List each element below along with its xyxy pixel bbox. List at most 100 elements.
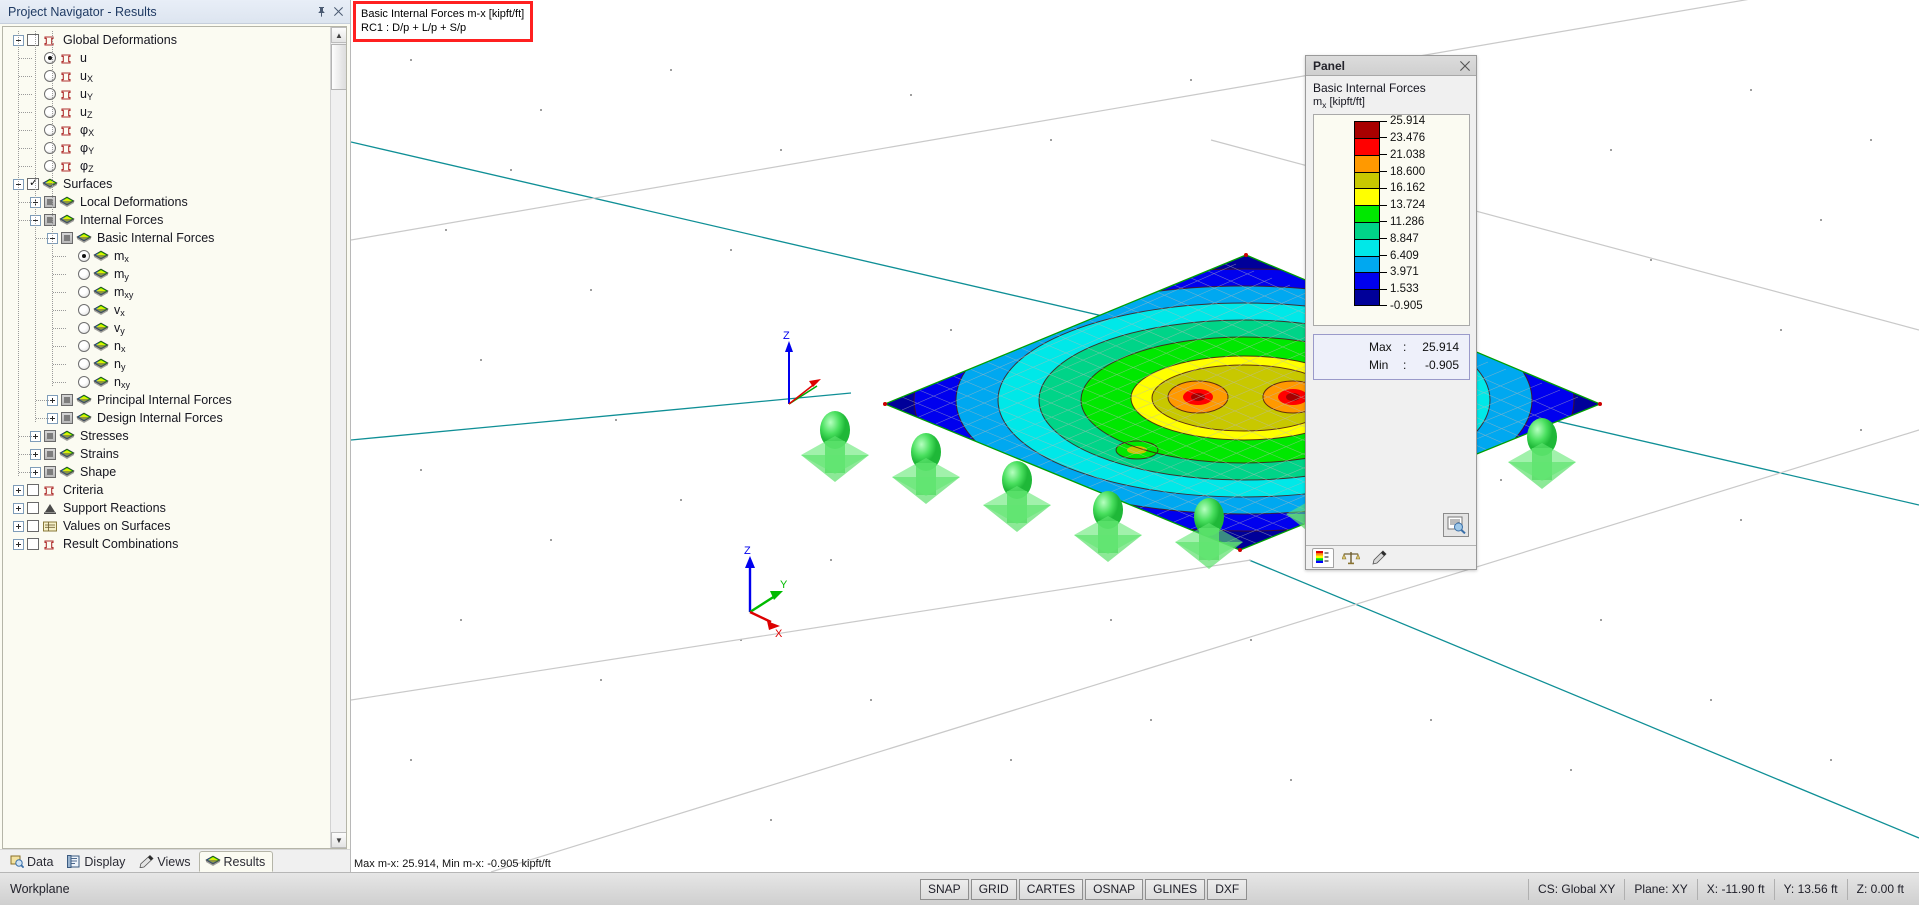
radio-selected[interactable] bbox=[44, 52, 56, 64]
status-toggle-dxf[interactable]: DXF bbox=[1207, 878, 1248, 900]
checkbox-checked[interactable] bbox=[27, 176, 39, 190]
collapse-icon[interactable] bbox=[13, 34, 24, 46]
navigator-tab-views[interactable]: Views bbox=[133, 851, 198, 872]
panel-tab-scales[interactable] bbox=[1340, 548, 1362, 568]
tree-item-v[interactable]: vy bbox=[3, 319, 330, 337]
checkbox-partial[interactable] bbox=[61, 412, 73, 424]
support-icon-icon bbox=[42, 502, 58, 515]
legend-zoom-icon[interactable] bbox=[1443, 513, 1469, 537]
radio-button[interactable] bbox=[78, 358, 90, 370]
expand-icon[interactable] bbox=[30, 430, 41, 442]
tree-item-u[interactable]: uZ bbox=[3, 103, 330, 121]
expand-icon[interactable] bbox=[30, 196, 41, 208]
tree-item-u[interactable]: uY bbox=[3, 85, 330, 103]
tree-item-global-deformations[interactable]: Global Deformations bbox=[3, 31, 330, 49]
tree-item-[interactable]: φZ bbox=[3, 157, 330, 175]
expand-icon[interactable] bbox=[30, 466, 41, 478]
scroll-up-arrow[interactable]: ▲ bbox=[331, 27, 346, 43]
tree-item-principal-internal-forces[interactable]: Principal Internal Forces bbox=[3, 391, 330, 409]
pin-icon[interactable] bbox=[313, 4, 329, 20]
radio-button[interactable] bbox=[78, 268, 90, 280]
close-icon[interactable] bbox=[330, 4, 346, 20]
radio-button[interactable] bbox=[44, 70, 56, 82]
checkbox-empty[interactable] bbox=[27, 502, 39, 514]
tree-item-design-internal-forces[interactable]: Design Internal Forces bbox=[3, 409, 330, 427]
expand-icon[interactable] bbox=[13, 520, 24, 532]
tree-item-criteria[interactable]: Criteria bbox=[3, 481, 330, 499]
checkbox-partial[interactable] bbox=[61, 394, 73, 406]
tree-item-basic-internal-forces[interactable]: Basic Internal Forces bbox=[3, 229, 330, 247]
navigator-tab-data[interactable]: Data bbox=[4, 851, 61, 872]
tree-item-u[interactable]: uX bbox=[3, 67, 330, 85]
radio-button[interactable] bbox=[44, 160, 56, 172]
status-toggle-cartes[interactable]: CARTES bbox=[1018, 878, 1084, 900]
radio-button[interactable] bbox=[44, 88, 56, 100]
expand-icon[interactable] bbox=[13, 484, 24, 496]
expand-icon[interactable] bbox=[13, 502, 24, 514]
tree-item-internal-forces[interactable]: Internal Forces bbox=[3, 211, 330, 229]
radio-button[interactable] bbox=[78, 340, 90, 352]
expand-icon[interactable] bbox=[47, 394, 58, 406]
tree-item-local-deformations[interactable]: Local Deformations bbox=[3, 193, 330, 211]
checkbox-empty[interactable] bbox=[27, 34, 39, 46]
status-toggle-osnap[interactable]: OSNAP bbox=[1085, 878, 1144, 900]
tree-item-m[interactable]: my bbox=[3, 265, 330, 283]
tree-item-n[interactable]: nxy bbox=[3, 373, 330, 391]
scroll-down-arrow[interactable]: ▼ bbox=[331, 832, 346, 848]
tree-item-m[interactable]: mx bbox=[3, 247, 330, 265]
checkbox-partial[interactable] bbox=[44, 448, 56, 460]
checkbox-partial[interactable] bbox=[44, 214, 56, 226]
tree-item-values-on-surfaces[interactable]: Values on Surfaces bbox=[3, 517, 330, 535]
navigator-tab-display[interactable]: Display bbox=[61, 851, 133, 872]
model-viewport[interactable]: Z Z Y X Basic Internal Forces m-x [kipft… bbox=[351, 0, 1919, 872]
expand-icon[interactable] bbox=[30, 448, 41, 460]
tree-item-label: Values on Surfaces bbox=[63, 519, 171, 533]
tree-item-v[interactable]: vx bbox=[3, 301, 330, 319]
support-symbol bbox=[983, 461, 1051, 532]
tree-scrollbar[interactable]: ▲ ▼ bbox=[330, 27, 346, 848]
collapse-icon[interactable] bbox=[30, 214, 41, 226]
checkbox-partial[interactable] bbox=[44, 196, 56, 208]
checkbox-empty[interactable] bbox=[27, 484, 39, 496]
radio-selected[interactable] bbox=[78, 250, 90, 262]
status-toggle-glines[interactable]: GLINES bbox=[1145, 878, 1206, 900]
panel-tab-color-legend[interactable] bbox=[1312, 547, 1334, 568]
tree-item-result-combinations[interactable]: Result Combinations bbox=[3, 535, 330, 553]
radio-button[interactable] bbox=[78, 304, 90, 316]
radio-button[interactable] bbox=[78, 322, 90, 334]
color-legend[interactable]: 25.914 23.476 21.038 18.600 16.162 13.724 11.2… bbox=[1313, 114, 1470, 327]
tree-item-support-reactions[interactable]: Support Reactions bbox=[3, 499, 330, 517]
tree-item-surfaces[interactable]: Surfaces bbox=[3, 175, 330, 193]
radio-button[interactable] bbox=[44, 124, 56, 136]
expand-icon[interactable] bbox=[13, 538, 24, 550]
checkbox-empty[interactable] bbox=[27, 520, 39, 532]
tree-item-m[interactable]: mxy bbox=[3, 283, 330, 301]
tree-item-shape[interactable]: Shape bbox=[3, 463, 330, 481]
scrollbar-thumb[interactable] bbox=[331, 44, 346, 90]
tree-item-[interactable]: φX bbox=[3, 121, 330, 139]
tree-item-stresses[interactable]: Stresses bbox=[3, 427, 330, 445]
collapse-icon[interactable] bbox=[47, 232, 58, 244]
checkbox-partial[interactable] bbox=[44, 430, 56, 442]
radio-button[interactable] bbox=[78, 376, 90, 388]
result-annotation-box[interactable]: Basic Internal Forces m-x [kipft/ft] RC1… bbox=[353, 1, 534, 43]
expand-icon[interactable] bbox=[47, 412, 58, 424]
checkbox-partial[interactable] bbox=[61, 232, 73, 244]
panel-tab-factors[interactable] bbox=[1368, 548, 1390, 568]
radio-button[interactable] bbox=[78, 286, 90, 298]
tree-item-[interactable]: φY bbox=[3, 139, 330, 157]
tree-item-n[interactable]: ny bbox=[3, 355, 330, 373]
legend-tick-mark bbox=[1380, 288, 1387, 290]
collapse-icon[interactable] bbox=[13, 178, 24, 190]
checkbox-empty[interactable] bbox=[27, 538, 39, 550]
close-icon[interactable] bbox=[1457, 58, 1473, 74]
radio-button[interactable] bbox=[44, 142, 56, 154]
navigator-tab-results[interactable]: Results bbox=[198, 851, 274, 872]
status-toggle-snap[interactable]: SNAP bbox=[920, 878, 969, 900]
tree-item-strains[interactable]: Strains bbox=[3, 445, 330, 463]
radio-button[interactable] bbox=[44, 106, 56, 118]
tree-item-n[interactable]: nx bbox=[3, 337, 330, 355]
checkbox-partial[interactable] bbox=[44, 466, 56, 478]
tree-item-u[interactable]: u bbox=[3, 49, 330, 67]
status-toggle-grid[interactable]: GRID bbox=[970, 878, 1017, 900]
